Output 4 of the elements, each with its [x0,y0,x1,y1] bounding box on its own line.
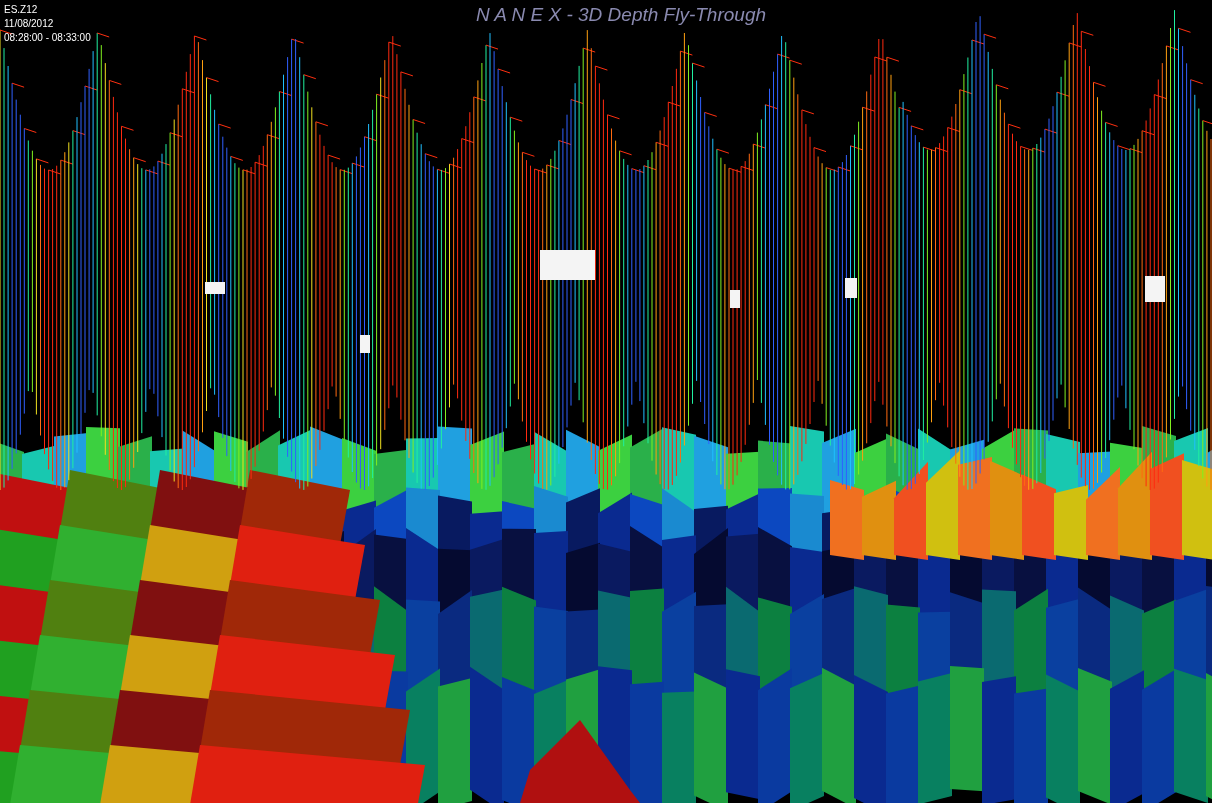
chart-title: N A N E X - 3D Depth Fly-Through [476,4,767,26]
symbol-label: ES.Z12 [4,3,39,16]
time-range-label: 08:28:00 - 08:33:00 [4,31,91,44]
date-label: 11/08/2012 [4,17,55,30]
